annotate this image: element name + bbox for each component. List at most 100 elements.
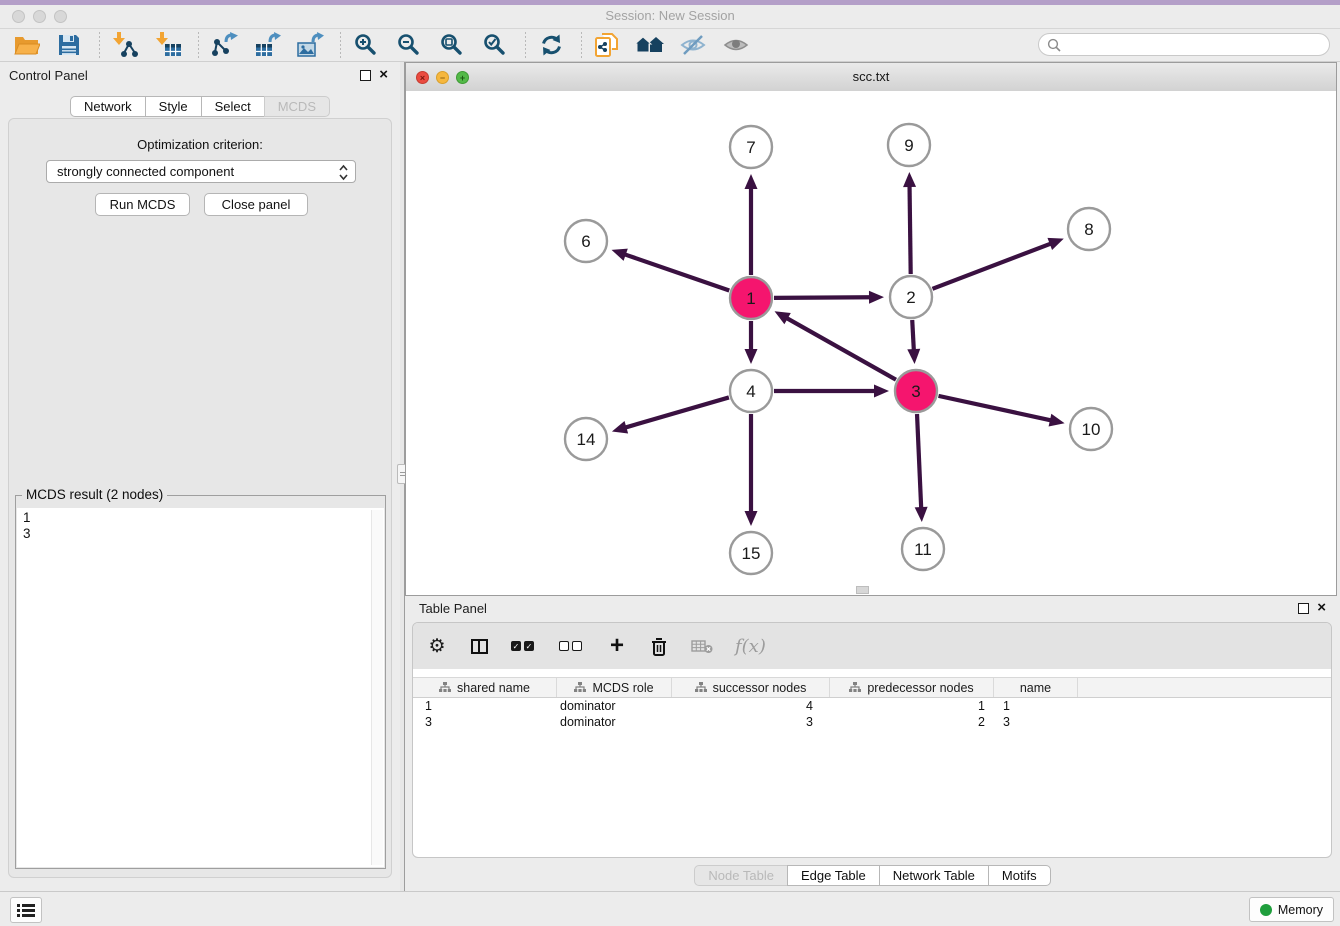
arrowhead-icon	[869, 291, 884, 304]
mcds-result-area[interactable]: 13	[17, 508, 384, 867]
graph-edge-4-14[interactable]	[624, 397, 729, 427]
graph-edge-2-9[interactable]	[910, 185, 911, 274]
app-window: Session: New Session	[0, 0, 1340, 926]
function-builder-button[interactable]: f(x)	[735, 636, 766, 657]
graph-edge-2-8[interactable]	[932, 243, 1051, 289]
save-session-button[interactable]	[53, 31, 85, 59]
table-cell[interactable]: 1	[994, 698, 1078, 714]
select-all-button[interactable]: ✓✓	[511, 641, 537, 651]
arrowhead-icon	[745, 349, 758, 364]
criterion-dropdown-value: strongly connected component	[57, 164, 234, 179]
network-canvas[interactable]: 7968124314101511	[406, 91, 1336, 595]
criterion-dropdown[interactable]: strongly connected component	[46, 160, 356, 183]
add-column-button[interactable]: +	[607, 636, 627, 656]
result-line: 1	[17, 510, 384, 526]
task-history-button[interactable]	[10, 897, 42, 923]
graph-edge-2-3[interactable]	[912, 320, 914, 351]
float-panel-icon[interactable]	[360, 70, 371, 81]
search-input[interactable]	[1066, 36, 1320, 53]
zoom-out-icon	[397, 33, 421, 57]
tab-mcds[interactable]: MCDS	[264, 96, 330, 117]
close-table-panel-icon[interactable]: ×	[1317, 602, 1326, 614]
close-panel-button[interactable]: Close panel	[204, 193, 308, 216]
table-row[interactable]: 1dominator411	[413, 698, 1331, 714]
search-box[interactable]	[1038, 33, 1330, 56]
copy-network-button[interactable]	[591, 31, 623, 59]
graph-edge-1-6[interactable]	[624, 254, 729, 290]
tab-network[interactable]: Network	[70, 96, 145, 117]
zoom-selected-icon	[483, 33, 507, 57]
graph-edge-3-11[interactable]	[917, 414, 921, 509]
deselect-all-button[interactable]	[559, 641, 585, 651]
zoom-fit-icon	[440, 33, 464, 57]
graph-node-label: 11	[914, 540, 932, 559]
table-cell[interactable]: 3	[413, 714, 557, 730]
tab-network-table[interactable]: Network Table	[879, 865, 988, 886]
zoom-fit-button[interactable]	[436, 31, 468, 59]
show-all-button[interactable]	[720, 31, 752, 59]
export-table-button[interactable]	[251, 31, 283, 59]
zoom-in-button[interactable]	[350, 31, 382, 59]
column-header-name[interactable]: name	[994, 678, 1078, 697]
export-image-button[interactable]	[294, 31, 326, 59]
graph-node-label: 10	[1082, 420, 1101, 439]
checked-checkbox-icon: ✓	[511, 641, 521, 651]
houses-icon	[635, 33, 665, 57]
table-cell[interactable]: 4	[672, 698, 830, 714]
horizontal-splitter-handle[interactable]	[856, 586, 869, 594]
open-session-button[interactable]	[10, 31, 42, 59]
table-cell[interactable]: dominator	[557, 714, 672, 730]
export-network-button[interactable]	[208, 31, 240, 59]
tab-select[interactable]: Select	[201, 96, 264, 117]
node-table-container: ⚙ ✓✓ +	[412, 622, 1332, 858]
open-folder-icon	[13, 33, 40, 57]
import-network-button[interactable]	[109, 31, 141, 59]
column-header-label: successor nodes	[713, 681, 807, 695]
column-header-successor-nodes[interactable]: successor nodes	[672, 678, 830, 697]
column-header-predecessor-nodes[interactable]: predecessor nodes	[830, 678, 994, 697]
float-table-panel-icon[interactable]	[1298, 603, 1309, 614]
graph-edge-3-10[interactable]	[938, 396, 1051, 421]
column-header-label: MCDS role	[592, 681, 653, 695]
graph-node-label: 7	[746, 138, 755, 157]
import-table-button[interactable]	[152, 31, 184, 59]
table-cell[interactable]: dominator	[557, 698, 672, 714]
graph-edge-3-1[interactable]	[786, 318, 896, 380]
zoom-out-button[interactable]	[393, 31, 425, 59]
tab-edge-table[interactable]: Edge Table	[787, 865, 879, 886]
titlebar[interactable]: Session: New Session	[0, 5, 1340, 29]
table-gap	[413, 669, 1331, 677]
column-header-mcds-role[interactable]: MCDS role	[557, 678, 672, 697]
tab-style[interactable]: Style	[145, 96, 201, 117]
zoom-in-icon	[354, 33, 378, 57]
table-cell[interactable]: 1	[413, 698, 557, 714]
delete-column-button[interactable]	[649, 636, 669, 657]
table-cell[interactable]: 3	[672, 714, 830, 730]
close-panel-icon[interactable]: ×	[379, 69, 388, 81]
column-layout-button[interactable]	[469, 639, 489, 654]
table-cell[interactable]: 2	[830, 714, 994, 730]
tab-node-table[interactable]: Node Table	[694, 865, 787, 886]
graph-node-label: 2	[906, 288, 915, 307]
column-header-shared-name[interactable]: shared name	[413, 678, 557, 697]
tab-motifs[interactable]: Motifs	[988, 865, 1051, 886]
table-cell[interactable]: 1	[830, 698, 994, 714]
graph-edge-1-2[interactable]	[774, 297, 871, 298]
table-cell[interactable]: 3	[994, 714, 1078, 730]
houses-button[interactable]	[634, 31, 666, 59]
memory-button[interactable]: Memory	[1249, 897, 1334, 922]
delete-table-button[interactable]	[691, 639, 713, 654]
result-scrollbar[interactable]	[371, 510, 383, 865]
refresh-layout-button[interactable]	[535, 31, 567, 59]
table-row[interactable]: 3dominator323	[413, 714, 1331, 730]
run-mcds-button[interactable]: Run MCDS	[95, 193, 190, 216]
zoom-selected-button[interactable]	[479, 31, 511, 59]
hide-selected-button[interactable]	[677, 31, 709, 59]
graph-node-label: 15	[742, 544, 761, 563]
table-settings-button[interactable]: ⚙	[427, 637, 447, 656]
toolbar-separator	[99, 32, 100, 58]
refresh-icon	[539, 33, 564, 57]
graph-node-label: 9	[904, 136, 913, 155]
network-titlebar[interactable]: × − + scc.txt	[406, 63, 1336, 92]
import-network-icon	[112, 31, 139, 58]
